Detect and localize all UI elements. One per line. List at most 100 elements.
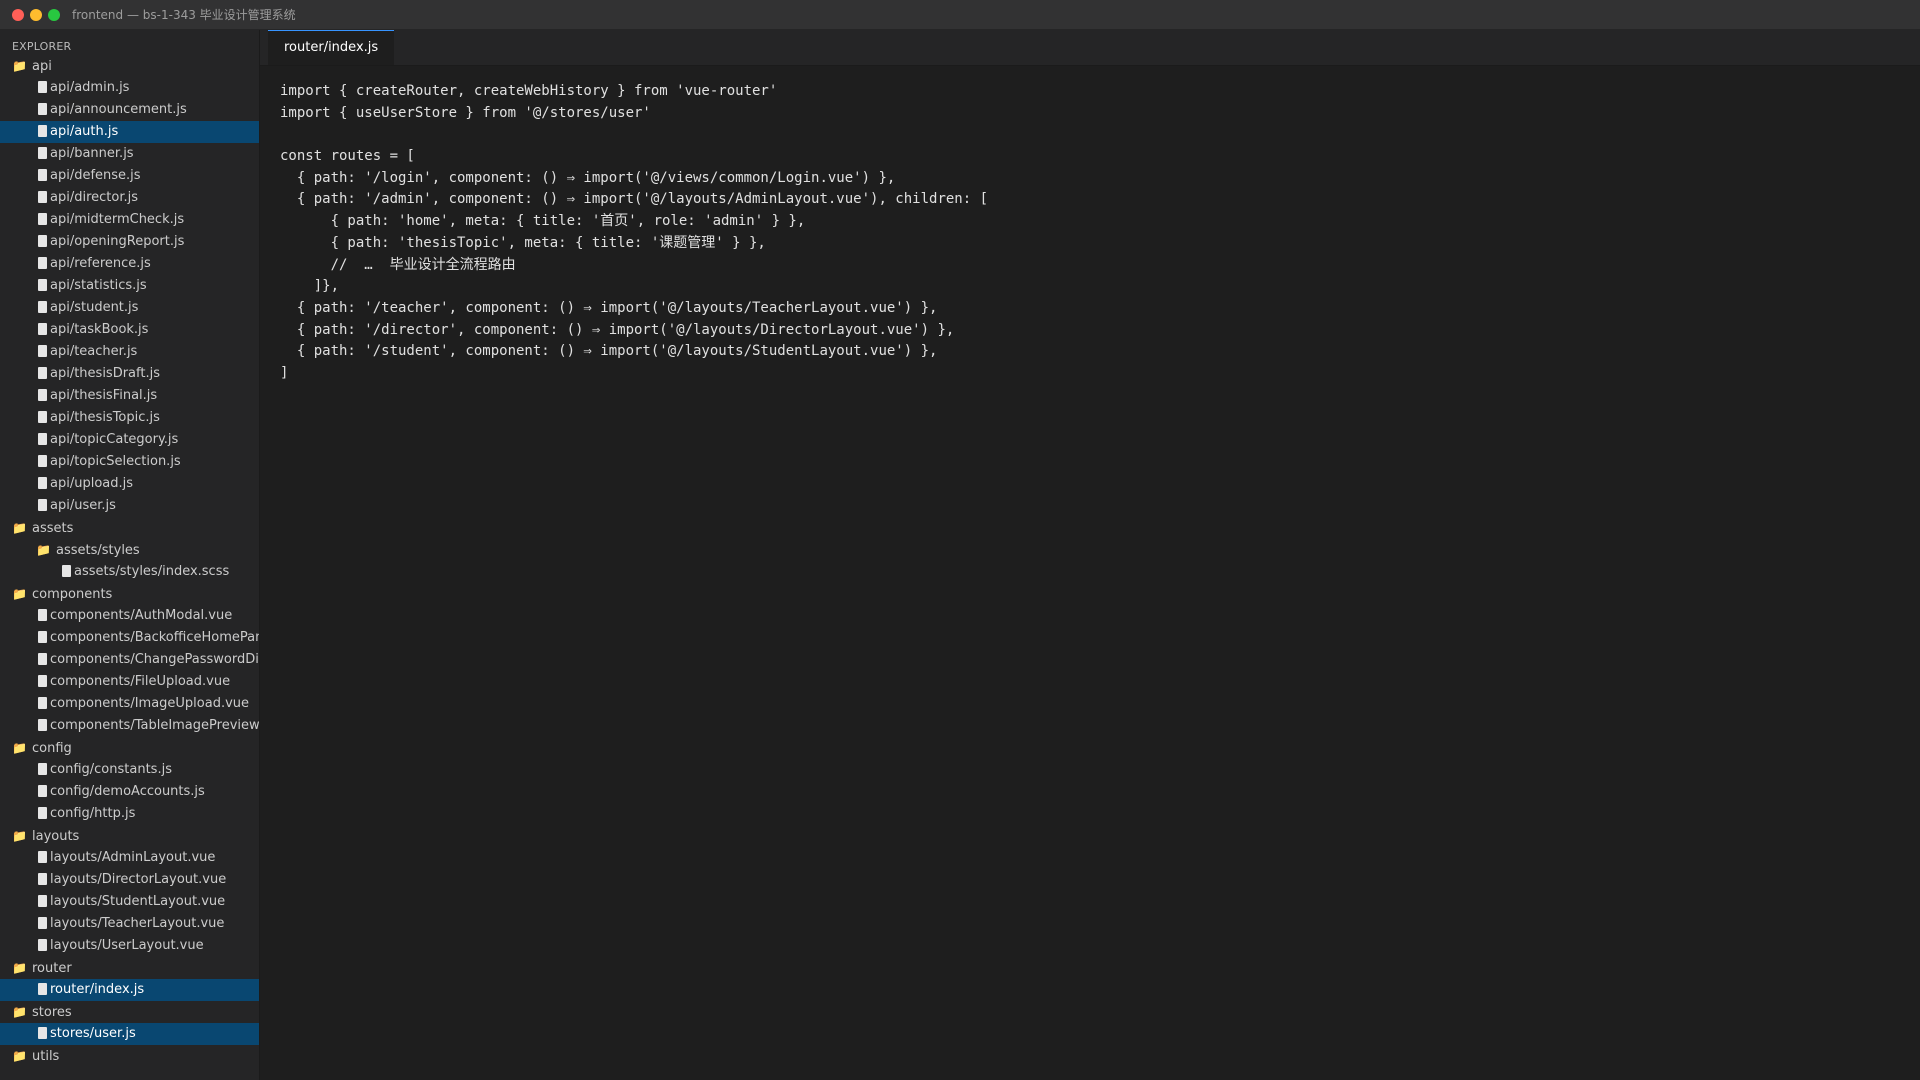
code-editor[interactable]: import { createRouter, createWebHistory … — [260, 66, 1920, 1080]
code-line: { path: '/director', component: () ⇒ imp… — [280, 321, 955, 338]
file-icon — [38, 652, 47, 665]
tree-folder[interactable]: 📁 assets — [0, 517, 259, 539]
tree-folder[interactable]: 📁 api — [0, 55, 259, 77]
minimize-window-icon[interactable] — [30, 8, 42, 21]
tree-file[interactable]: components/TableImagePreview.vue — [0, 715, 259, 737]
code-line: { path: '/admin', component: () ⇒ import… — [280, 191, 989, 208]
tree-file[interactable]: api/thesisFinal.js — [0, 385, 259, 407]
tree-file[interactable]: config/constants.js — [0, 759, 259, 781]
tree-file[interactable]: api/thesisDraft.js — [0, 363, 259, 385]
file-icon — [38, 190, 47, 203]
file-icon — [38, 498, 47, 511]
tree-item-label: api/taskBook.js — [50, 322, 149, 337]
tree-file[interactable]: layouts/TeacherLayout.vue — [0, 913, 259, 935]
code-line: const routes = [ — [280, 148, 415, 165]
tree-folder[interactable]: 📁 config — [0, 737, 259, 759]
tree-file[interactable]: api/thesisTopic.js — [0, 407, 259, 429]
tree-file[interactable]: config/http.js — [0, 803, 259, 825]
tree-item-label: assets/styles/index.scss — [74, 564, 230, 579]
tree-file[interactable]: components/AuthModal.vue — [0, 605, 259, 627]
tree-folder[interactable]: 📁 components — [0, 583, 259, 605]
tree-file[interactable]: api/reference.js — [0, 253, 259, 275]
tree-file[interactable]: layouts/UserLayout.vue — [0, 935, 259, 957]
tree-item-label: assets/styles — [56, 543, 140, 558]
code-line: ] — [280, 364, 289, 381]
tree-file[interactable]: api/director.js — [0, 187, 259, 209]
tree-folder[interactable]: 📁 assets/styles — [0, 539, 259, 561]
tree-file[interactable]: api/auth.js — [0, 121, 259, 143]
folder-icon: 📁 — [36, 543, 51, 557]
tree-item-label: api/openingReport.js — [50, 234, 185, 249]
tree-file[interactable]: layouts/AdminLayout.vue — [0, 847, 259, 869]
tree-folder[interactable]: 📁 router — [0, 957, 259, 979]
tree-item-label: api/topicSelection.js — [50, 454, 181, 469]
tree-file[interactable]: assets/styles/index.scss — [0, 561, 259, 583]
tree-item-label: api/thesisDraft.js — [50, 366, 160, 381]
code-content[interactable]: import { createRouter, createWebHistory … — [280, 81, 988, 385]
tree-item-label: layouts/AdminLayout.vue — [50, 850, 216, 865]
tree-file[interactable]: components/ImageUpload.vue — [0, 693, 259, 715]
tree-file[interactable]: router/index.js — [0, 979, 259, 1001]
tree-file[interactable]: components/FileUpload.vue — [0, 671, 259, 693]
tree-file[interactable]: api/announcement.js — [0, 99, 259, 121]
tree-file[interactable]: api/statistics.js — [0, 275, 259, 297]
tree-item-label: api/auth.js — [50, 124, 119, 139]
folder-icon: 📁 — [12, 1005, 27, 1019]
tree-item-label: components/FileUpload.vue — [50, 674, 231, 689]
tab-router-index[interactable]: router/index.js — [268, 30, 395, 65]
file-icon — [38, 388, 47, 401]
file-icon — [38, 124, 47, 137]
tab-label: router/index.js — [284, 40, 379, 55]
maximize-window-icon[interactable] — [48, 8, 60, 21]
tree-item-label: components/BackofficeHomePanel.vue — [50, 630, 259, 645]
tree-file[interactable]: components/BackofficeHomePanel.vue — [0, 627, 259, 649]
tree-folder[interactable]: 📁 stores — [0, 1001, 259, 1023]
tree-file[interactable]: layouts/StudentLayout.vue — [0, 891, 259, 913]
file-icon — [38, 344, 47, 357]
file-icon — [38, 234, 47, 247]
tree-file[interactable]: api/defense.js — [0, 165, 259, 187]
code-line: ]}, — [280, 278, 340, 295]
file-icon — [38, 674, 47, 687]
file-icon — [38, 410, 47, 423]
code-line: { path: 'thesisTopic', meta: { title: '课… — [280, 234, 766, 251]
file-icon — [38, 608, 47, 621]
tree-file[interactable]: api/user.js — [0, 495, 259, 517]
close-window-icon[interactable] — [12, 8, 24, 21]
file-icon — [38, 938, 47, 951]
code-line: { path: '/teacher', component: () ⇒ impo… — [280, 299, 938, 316]
tree-file[interactable]: api/topicSelection.js — [0, 451, 259, 473]
title-bar: frontend — bs-1-343 毕业设计管理系统 — [0, 0, 1920, 30]
tree-folder[interactable]: 📁 utils — [0, 1045, 259, 1067]
tree-item-label: api/reference.js — [50, 256, 151, 271]
tree-file[interactable]: api/midtermCheck.js — [0, 209, 259, 231]
tree-item-label: layouts/TeacherLayout.vue — [50, 916, 225, 931]
tree-file[interactable]: api/teacher.js — [0, 341, 259, 363]
tree-folder[interactable]: 📁 layouts — [0, 825, 259, 847]
tree-file[interactable]: api/taskBook.js — [0, 319, 259, 341]
tree-file[interactable]: api/admin.js — [0, 77, 259, 99]
file-icon — [38, 432, 47, 445]
tree-file[interactable]: api/openingReport.js — [0, 231, 259, 253]
file-icon — [38, 212, 47, 225]
tree-file[interactable]: stores/user.js — [0, 1023, 259, 1045]
tree-file[interactable]: api/student.js — [0, 297, 259, 319]
tree-file[interactable]: api/banner.js — [0, 143, 259, 165]
folder-icon: 📁 — [12, 829, 27, 843]
folder-icon: 📁 — [12, 961, 27, 975]
tree-item-label: config/demoAccounts.js — [50, 784, 205, 799]
tree-file[interactable]: api/topicCategory.js — [0, 429, 259, 451]
tree-file[interactable]: layouts/DirectorLayout.vue — [0, 869, 259, 891]
tree-item-label: layouts/UserLayout.vue — [50, 938, 204, 953]
tree-item-label: config/constants.js — [50, 762, 172, 777]
explorer-sidebar: EXPLORER 📁 api api/admin.js api/announcemen… — [0, 30, 260, 1080]
tree-file[interactable]: api/upload.js — [0, 473, 259, 495]
tree-item-label: layouts/DirectorLayout.vue — [50, 872, 227, 887]
tree-item-label: components/TableImagePreview.vue — [50, 718, 259, 733]
tree-file[interactable]: config/demoAccounts.js — [0, 781, 259, 803]
tree-item-label: stores — [32, 1005, 72, 1020]
file-icon — [38, 102, 47, 115]
folder-icon: 📁 — [12, 59, 27, 73]
tree-file[interactable]: components/ChangePasswordDialog.vue — [0, 649, 259, 671]
tree-item-label: api — [32, 59, 52, 74]
